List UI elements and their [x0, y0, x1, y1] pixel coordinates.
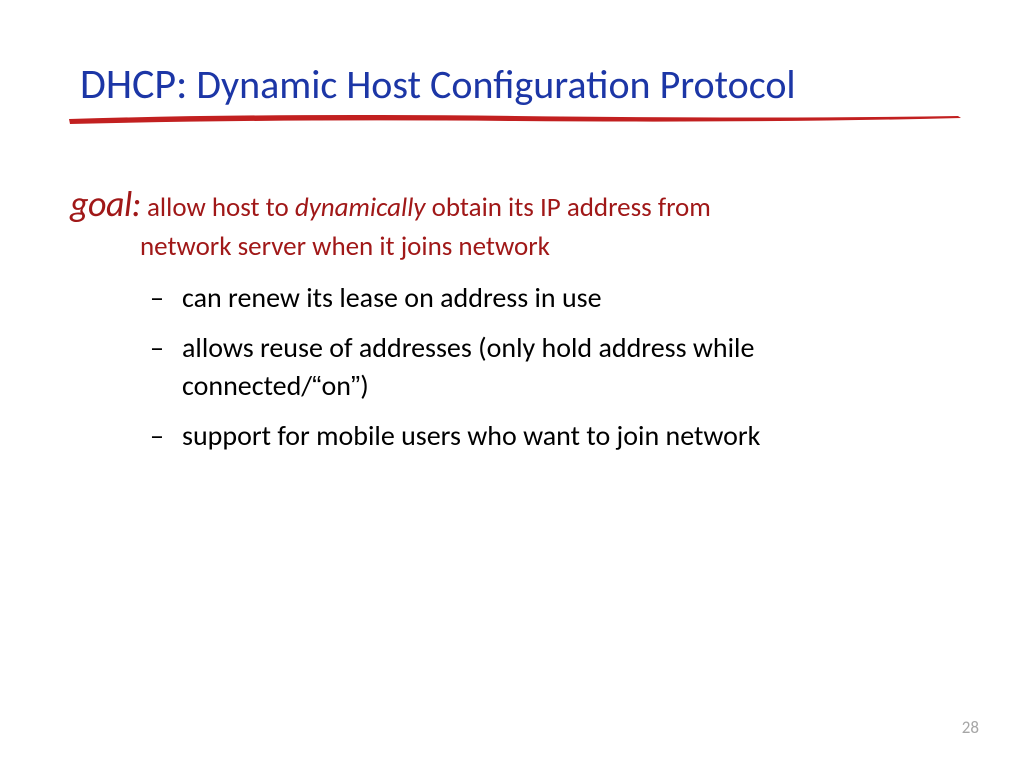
- bullet-text: support for mobile users who want to joi…: [182, 418, 760, 453]
- goal-em: dynamically: [295, 191, 426, 224]
- bullet-item: can renew its lease on address in use: [150, 279, 984, 317]
- title-block: DHCP: Dynamic Host Configuration Protoco…: [80, 60, 984, 110]
- goal-line2: network server when it joins network: [140, 229, 984, 265]
- goal-line: goal: allow host to dynamically obtain i…: [70, 180, 984, 265]
- right-quote: ”: [351, 370, 360, 401]
- bullet-post: ): [360, 368, 369, 403]
- bullet-item: support for mobile users who want to joi…: [150, 417, 984, 455]
- goal-part2: obtain its IP address from: [426, 191, 711, 224]
- goal-label: goal:: [70, 182, 141, 226]
- goal-part1: allow host to: [141, 191, 295, 224]
- title-rest: Dynamic Host Configuration Protocol: [187, 60, 795, 109]
- bullet-item: allows reuse of addresses (only hold add…: [150, 329, 984, 405]
- bullet-text: can renew its lease on address in use: [182, 280, 602, 315]
- slide: DHCP: Dynamic Host Configuration Protoco…: [0, 0, 1024, 768]
- slide-title: DHCP: Dynamic Host Configuration Protoco…: [80, 60, 984, 110]
- bullet-pre: allows reuse of addresses (only hold add…: [182, 330, 754, 403]
- page-number: 28: [962, 717, 979, 738]
- bullet-list: can renew its lease on address in use al…: [150, 279, 984, 454]
- bullet-mid: on: [321, 368, 350, 403]
- title-underline: [65, 110, 965, 130]
- title-prefix: DHCP:: [80, 59, 187, 110]
